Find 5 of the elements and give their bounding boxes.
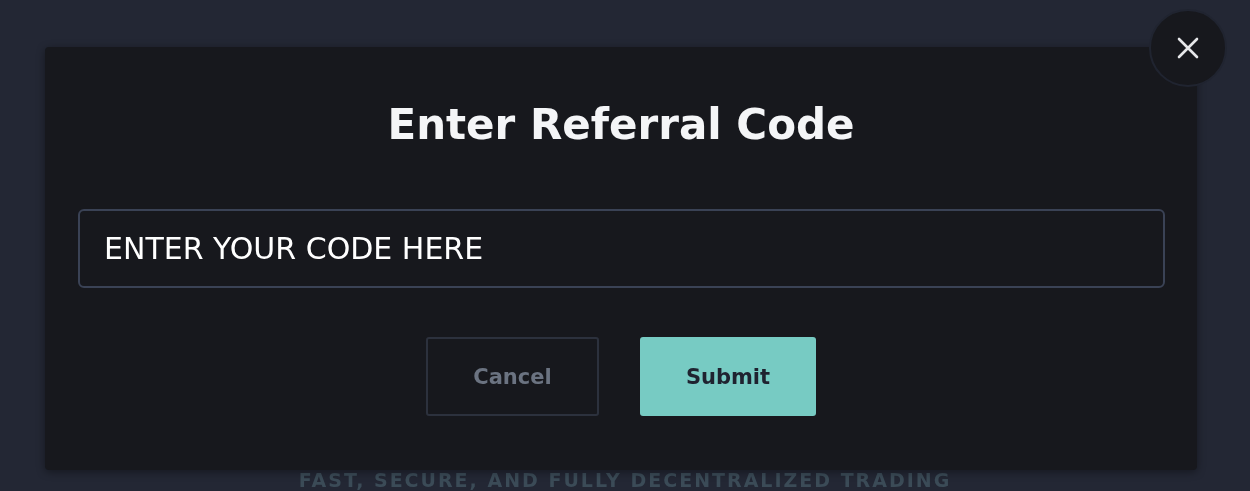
submit-button[interactable]: Submit (640, 337, 816, 416)
input-field[interactable]: ENTER YOUR CODE HERE (78, 209, 1165, 288)
close-icon (1177, 37, 1199, 59)
dialog-title: Enter Referral Code (386, 99, 856, 151)
cancel-button[interactable]: Cancel (426, 337, 599, 416)
